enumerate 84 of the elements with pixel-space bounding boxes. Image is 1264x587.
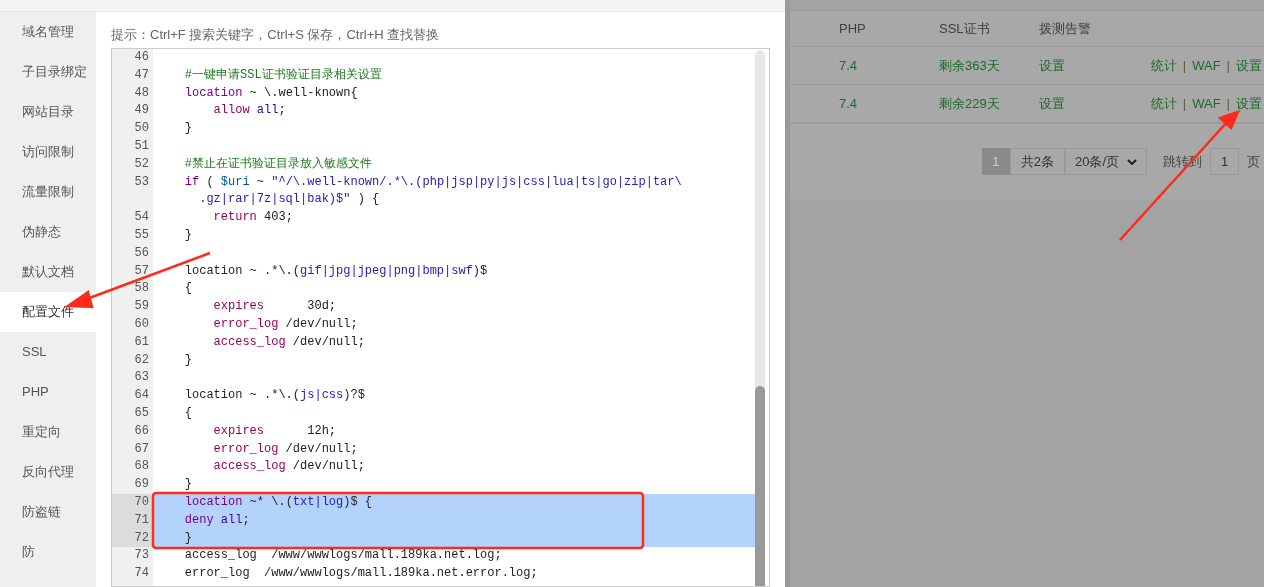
code-line: access_log /dev/null; — [212, 333, 366, 351]
scrollbar[interactable] — [755, 50, 765, 586]
line-number: 53 — [133, 173, 150, 191]
sidebar-item[interactable]: 域名管理 — [0, 12, 96, 52]
sidebar-item[interactable]: 反向代理 — [0, 452, 96, 492]
line-number: 61 — [133, 333, 150, 351]
code-line: location ~ \.well-known{ — [183, 84, 359, 102]
column-header: 拨测告警 — [1039, 20, 1091, 36]
php-version: 7.4 — [839, 95, 858, 111]
line-number: 64 — [133, 387, 150, 405]
page-size-select[interactable]: 20条/页 — [1065, 148, 1147, 175]
code-line: { — [183, 404, 193, 422]
sidebar-item[interactable]: 网站目录 — [0, 92, 96, 132]
line-number: 46 — [133, 49, 150, 66]
line-number: 51 — [133, 138, 150, 155]
sidebar-item[interactable]: PHP — [0, 372, 96, 412]
sidebar-item[interactable]: 防盗链 — [0, 492, 96, 532]
chevron-down-icon — [1127, 158, 1137, 165]
code-line: } — [183, 351, 193, 369]
code-line: error_log /dev/null; — [212, 315, 359, 333]
line-number: 74 — [133, 565, 150, 583]
line-number: 70 — [112, 493, 153, 512]
line-number: 56 — [133, 244, 150, 262]
code-line: return 403; — [212, 209, 294, 227]
code-line: #一键申请SSL证书验证目录相关设置 — [183, 66, 383, 84]
hint-text: 提示：Ctrl+F 搜索关键字，Ctrl+S 保存，Ctrl+H 查找替换 — [111, 26, 441, 44]
sidebar-item[interactable]: 防 — [0, 532, 96, 572]
line-number: 73 — [133, 547, 150, 565]
line-number: 58 — [133, 280, 150, 298]
code-line: location ~ .*\.(js|css)?$ — [183, 387, 366, 405]
page-suffix: 页 — [1247, 152, 1260, 171]
code-line: #禁止在证书验证目录放入敏感文件 — [183, 155, 373, 173]
code-line: access_log /www/wwwlogs/mall.189ka.net.log; — [183, 547, 503, 565]
sidebar-item[interactable]: 配置文件 — [0, 292, 96, 332]
code-line: error_log /dev/null; — [212, 440, 359, 458]
line-number: 67 — [133, 440, 150, 458]
separator: | — [1226, 56, 1230, 75]
line-number: 66 — [133, 422, 150, 440]
line-number: 54 — [133, 209, 150, 227]
code-line: .gz|rar|7z|sql|bak)$" ) { — [198, 191, 381, 209]
sidebar-item[interactable]: 子目录绑定 — [0, 52, 96, 92]
sidebar-item[interactable]: 伪静态 — [0, 212, 96, 252]
line-number: 60 — [133, 315, 150, 333]
code-line: } — [183, 226, 193, 244]
sidebar-item[interactable]: 流量限制 — [0, 172, 96, 212]
code-line: expires 30d; — [212, 298, 338, 316]
total-count: 共2条 — [1009, 148, 1065, 175]
line-number: 69 — [133, 476, 150, 494]
line-number: 63 — [133, 369, 150, 387]
line-number: 47 — [133, 66, 150, 84]
php-version: 7.4 — [839, 57, 858, 73]
code-line: access_log /dev/null; — [212, 458, 366, 476]
line-number: 68 — [133, 458, 150, 476]
code-line: error_log /www/wwwlogs/mall.189ka.net.error.log; — [183, 565, 539, 583]
code-line: expires 12h; — [212, 422, 338, 440]
line-number: 59 — [133, 298, 150, 316]
code-line: } — [183, 120, 193, 138]
line-number: 48 — [133, 84, 150, 102]
code-line: location ~ .*\.(gif|jpg|jpeg|png|bmp|swf)$ — [183, 262, 489, 280]
code-line: if ( $uri ~ "^/\.well-known/.*\.(php|jsp|py|js|css|lua|ts|go|zip|tar\ — [183, 173, 683, 191]
code-line: allow all; — [212, 102, 287, 120]
code-editor[interactable] — [111, 48, 770, 587]
sidebar-item[interactable]: SSL — [0, 332, 96, 372]
code-line: { — [183, 280, 193, 298]
line-number: 49 — [133, 102, 150, 120]
ssl-remaining: 剩余363天 — [939, 57, 1000, 73]
line-number: 65 — [133, 404, 150, 422]
scrollbar-thumb[interactable] — [755, 386, 765, 586]
page-input[interactable]: 1 — [1210, 148, 1239, 175]
separator: | — [1226, 94, 1230, 113]
sidebar-item[interactable]: 重定向 — [0, 412, 96, 452]
line-number: 62 — [133, 351, 150, 369]
column-header: SSL证书 — [939, 20, 990, 36]
line-number: 57 — [133, 262, 150, 280]
ssl-remaining: 剩余229天 — [939, 95, 1000, 111]
line-number: 55 — [133, 226, 150, 244]
sidebar-item[interactable]: 访问限制 — [0, 132, 96, 172]
line-number: 50 — [133, 120, 150, 138]
column-header: PHP — [839, 20, 866, 36]
separator: | — [1182, 56, 1187, 75]
line-number: 52 — [133, 155, 150, 173]
code-line: } — [183, 476, 193, 494]
sidebar-item[interactable]: 默认文档 — [0, 252, 96, 292]
separator: | — [1182, 94, 1187, 113]
